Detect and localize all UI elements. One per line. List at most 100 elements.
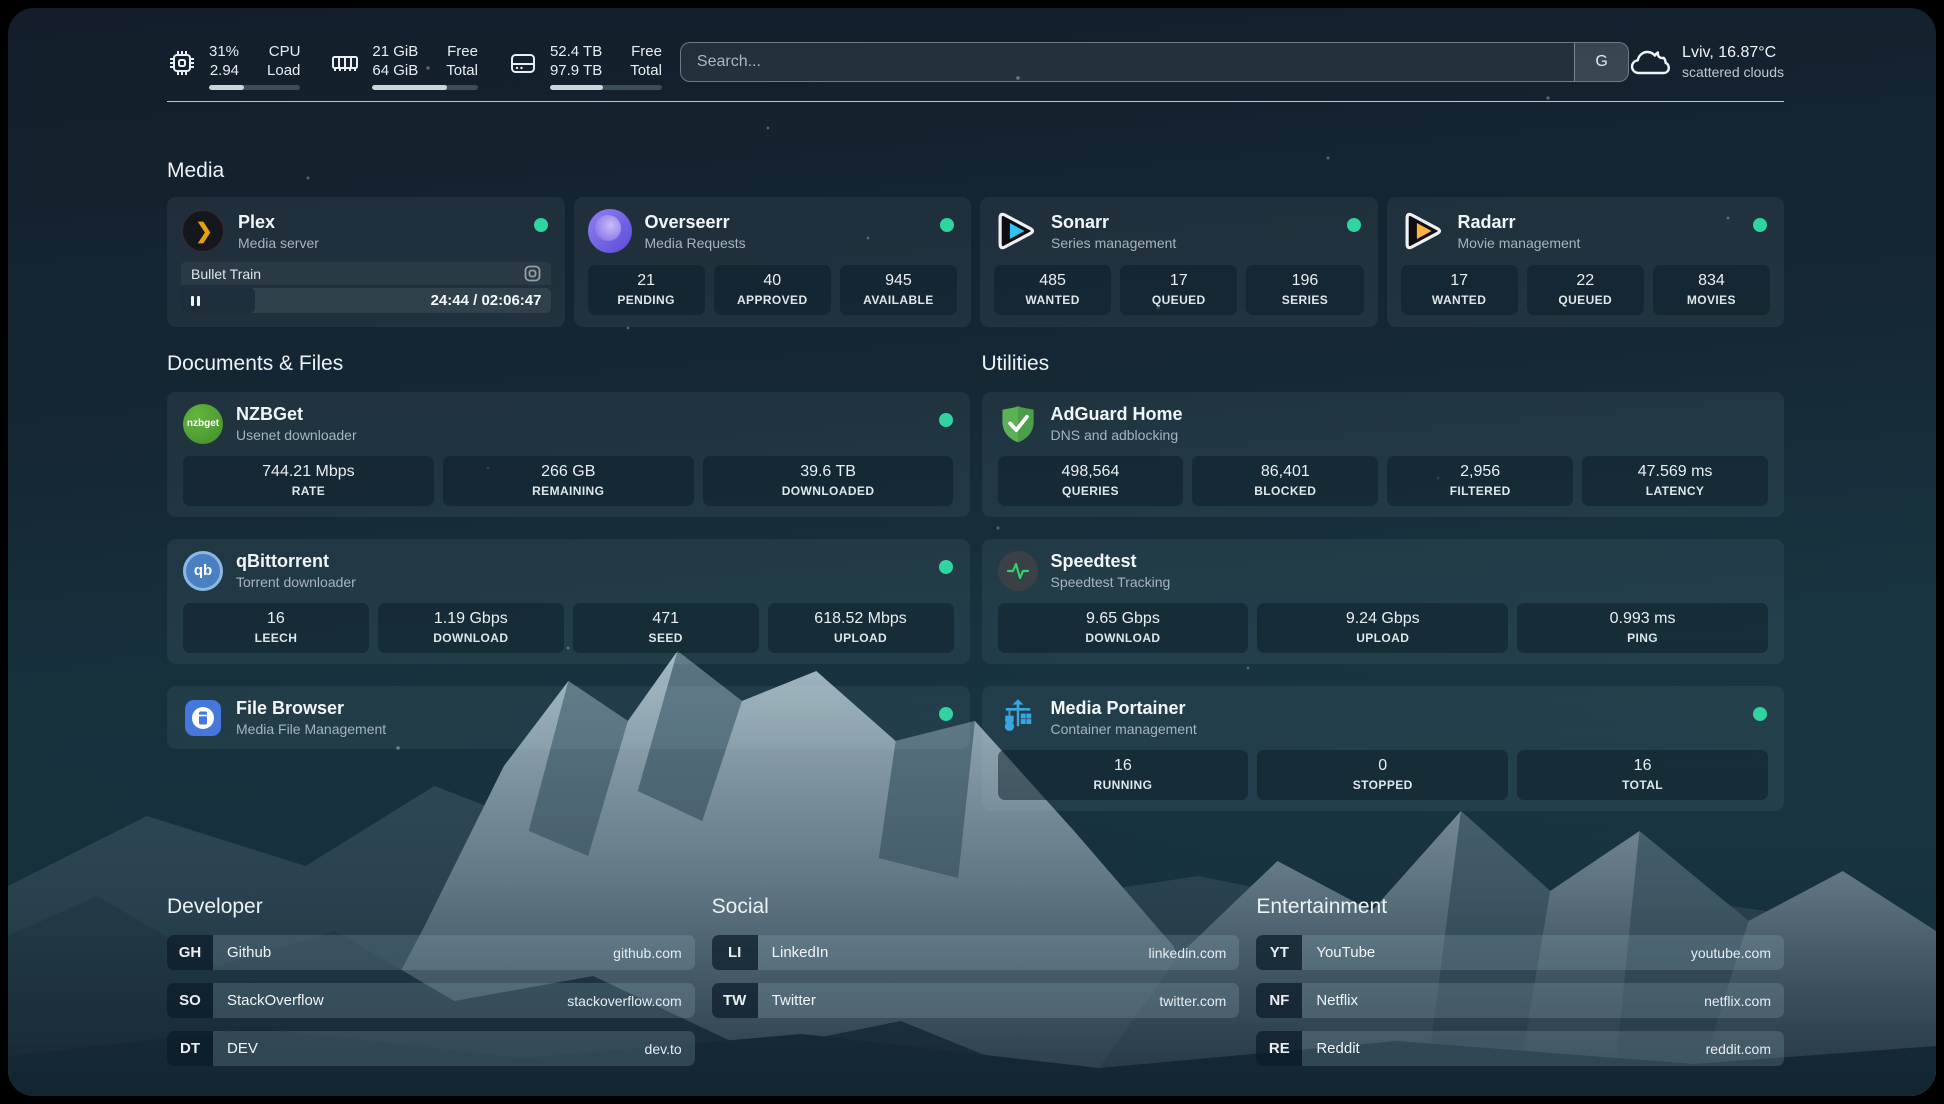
card-portainer[interactable]: Media Portainer Container management 16R… <box>982 686 1785 811</box>
stat-block: 9.65 GbpsDOWNLOAD <box>998 603 1249 653</box>
stat-block: 266 GBREMAINING <box>443 456 694 506</box>
adguard-icon <box>998 404 1038 444</box>
memory-total-value: 64 GiB <box>372 61 418 80</box>
stat-block: 47.569 msLATENCY <box>1582 456 1768 506</box>
pause-icon <box>191 296 200 306</box>
bookmark-github[interactable]: GH Github github.com <box>167 935 695 970</box>
cloud-icon <box>1629 45 1671 79</box>
bookmark-abbr: YT <box>1256 935 1302 970</box>
section-title-media: Media <box>167 159 1784 183</box>
bookmark-abbr: RE <box>1256 1031 1302 1066</box>
bookmark-stackoverflow[interactable]: SO StackOverflow stackoverflow.com <box>167 983 695 1018</box>
section-title-documents: Documents & Files <box>167 352 970 376</box>
card-radarr[interactable]: Radarr Movie management 17WANTED 22QUEUE… <box>1387 197 1785 327</box>
card-speedtest[interactable]: Speedtest Speedtest Tracking 9.65 GbpsDO… <box>982 539 1785 664</box>
card-filebrowser[interactable]: File Browser Media File Management <box>167 686 970 749</box>
bookmark-name: Github <box>213 944 271 961</box>
stat-block: 9.24 GbpsUPLOAD <box>1257 603 1508 653</box>
card-plex[interactable]: ❯ Plex Media server Bullet Train <box>167 197 565 327</box>
status-dot <box>939 413 953 427</box>
radarr-icon <box>1401 209 1445 253</box>
dashboard-window: 31% 2.94 CPU Load <box>8 8 1936 1096</box>
developer-group: Developer GH Github github.com SO StackO… <box>167 895 695 1079</box>
status-dot <box>1753 218 1767 232</box>
card-adguard[interactable]: AdGuard Home DNS and adblocking 498,564Q… <box>982 392 1785 517</box>
stat-block: 196SERIES <box>1246 265 1363 315</box>
stat-block: 22QUEUED <box>1527 265 1644 315</box>
bookmark-youtube[interactable]: YT YouTube youtube.com <box>1256 935 1784 970</box>
stat-block: 1.19 GbpsDOWNLOAD <box>378 603 564 653</box>
card-title: NZBGet <box>236 403 357 425</box>
cpu-progress-bar <box>209 85 300 90</box>
bookmark-url: linkedin.com <box>1149 945 1240 961</box>
weather-location-temp: Lviv, 16.87°C <box>1682 42 1784 63</box>
memory-free-value: 21 GiB <box>372 42 418 61</box>
card-subtitle: Movie management <box>1458 234 1581 252</box>
card-title: Overseerr <box>645 211 746 233</box>
disk-total-value: 97.9 TB <box>550 61 602 80</box>
stat-block: 16TOTAL <box>1517 750 1768 800</box>
bookmark-name: YouTube <box>1302 944 1375 961</box>
bookmark-abbr: LI <box>712 935 758 970</box>
card-title: Speedtest <box>1051 550 1171 572</box>
section-title-utilities: Utilities <box>982 352 1785 376</box>
cpu-stat-group: 31% 2.94 CPU Load <box>167 42 300 90</box>
stat-block: 17QUEUED <box>1120 265 1237 315</box>
card-title: Media Portainer <box>1051 697 1197 719</box>
social-group: Social LI LinkedIn linkedin.com TW Twitt… <box>712 895 1240 1079</box>
stat-block: 17WANTED <box>1401 265 1518 315</box>
cpu-load-label: Load <box>267 61 300 80</box>
bookmark-reddit[interactable]: RE Reddit reddit.com <box>1256 1031 1784 1066</box>
disk-icon <box>508 48 538 78</box>
bookmark-name: DEV <box>213 1040 258 1057</box>
speedtest-icon <box>998 551 1038 591</box>
bookmark-url: youtube.com <box>1691 945 1784 961</box>
bookmark-dev[interactable]: DT DEV dev.to <box>167 1031 695 1066</box>
cpu-load-value: 2.94 <box>210 61 239 80</box>
stat-block: 485WANTED <box>994 265 1111 315</box>
stat-block: 498,564QUERIES <box>998 456 1184 506</box>
card-qbittorrent[interactable]: qb qBittorrent Torrent downloader 16LEEC… <box>167 539 970 664</box>
bookmark-url: dev.to <box>645 1041 695 1057</box>
weather-condition: scattered clouds <box>1682 63 1784 81</box>
playback-time: 24:44 / 02:06:47 <box>431 292 551 309</box>
card-subtitle: Torrent downloader <box>236 573 356 591</box>
search-input[interactable] <box>681 43 1574 81</box>
stat-block: 945AVAILABLE <box>840 265 957 315</box>
bookmark-name: Netflix <box>1302 992 1358 1009</box>
card-nzbget[interactable]: nzbget NZBGet Usenet downloader 744.21 M… <box>167 392 970 517</box>
bookmark-netflix[interactable]: NF Netflix netflix.com <box>1256 983 1784 1018</box>
section-title-social: Social <box>712 895 1240 919</box>
overseerr-icon <box>588 209 632 253</box>
sonarr-icon <box>994 209 1038 253</box>
entertainment-group: Entertainment YT YouTube youtube.com NF … <box>1256 895 1784 1079</box>
weather-widget: Lviv, 16.87°C scattered clouds <box>1629 42 1784 81</box>
card-sonarr[interactable]: Sonarr Series management 485WANTED 17QUE… <box>980 197 1378 327</box>
status-dot <box>1753 707 1767 721</box>
card-title: Sonarr <box>1051 211 1176 233</box>
bookmark-abbr: GH <box>167 935 213 970</box>
bookmark-url: reddit.com <box>1706 1041 1784 1057</box>
disk-free-value: 52.4 TB <box>550 42 602 61</box>
memory-free-label: Free <box>447 42 478 61</box>
card-overseerr[interactable]: Overseerr Media Requests 21PENDING 40APP… <box>574 197 972 327</box>
google-search-button[interactable]: G <box>1574 43 1628 81</box>
bookmark-linkedin[interactable]: LI LinkedIn linkedin.com <box>712 935 1240 970</box>
stat-block: 471SEED <box>573 603 759 653</box>
stat-block: 0STOPPED <box>1257 750 1508 800</box>
search-bar: G <box>680 42 1629 82</box>
stat-block: 21PENDING <box>588 265 705 315</box>
bookmark-twitter[interactable]: TW Twitter twitter.com <box>712 983 1240 1018</box>
stat-block: 744.21 MbpsRATE <box>183 456 434 506</box>
plex-icon: ❯ <box>181 209 225 253</box>
card-subtitle: Speedtest Tracking <box>1051 573 1171 591</box>
memory-icon <box>330 48 360 78</box>
bookmark-abbr: DT <box>167 1031 213 1066</box>
status-dot <box>939 560 953 574</box>
card-subtitle: Media server <box>238 234 319 252</box>
status-dot <box>939 707 953 721</box>
disk-stat-group: 52.4 TB 97.9 TB Free Total <box>508 42 662 90</box>
now-playing-row: Bullet Train <box>181 262 551 285</box>
status-dot <box>940 218 954 232</box>
bookmark-url: github.com <box>613 945 694 961</box>
